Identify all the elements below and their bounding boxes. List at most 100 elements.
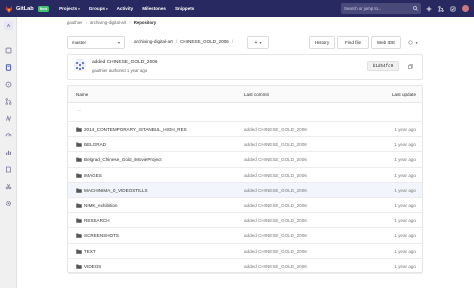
- issues-icon[interactable]: [5, 75, 12, 88]
- folder-icon: [76, 173, 82, 178]
- merge-request-icon[interactable]: [438, 5, 444, 12]
- add-file-dropdown[interactable]: + ▾: [247, 36, 269, 49]
- search-placeholder: Search or jump to...: [344, 6, 382, 11]
- plus-icon: +: [254, 39, 258, 46]
- row-commit-link[interactable]: added CHINESE_GOLD_2006: [244, 157, 307, 162]
- row-date: 1 year ago: [394, 157, 416, 163]
- table-row[interactable]: NIMK_exhibition added CHINESE_GOLD_2006 1 …: [68, 198, 422, 214]
- folder-icon: [76, 233, 82, 239]
- row-commit-link[interactable]: added CHINESE_GOLD_2006: [244, 173, 307, 178]
- table-row[interactable]: TEXT added CHINESE_GOLD_2006 1 year ago: [68, 244, 422, 259]
- file-name-link[interactable]: RESEARCH: [84, 218, 110, 223]
- table-row[interactable]: 2014_CONTEMPORARY_ISTANBUL_HIGH_RES added…: [68, 122, 422, 138]
- breadcrumb-project[interactable]: archiving-digital-art: [90, 20, 126, 25]
- wiki-icon[interactable]: [5, 160, 12, 173]
- table-row[interactable]: SCREENSHOTS added CHINESE_GOLD_2006 1 year…: [68, 228, 422, 244]
- row-date: 1 year ago: [394, 172, 416, 178]
- nav-snippets[interactable]: Snippets: [175, 6, 194, 11]
- table-row[interactable]: VIDEOS added CHINESE_GOLD_2006 1 year ago: [68, 259, 422, 274]
- snippets-icon[interactable]: [5, 177, 12, 190]
- plus-icon[interactable]: [426, 6, 432, 12]
- project-avatar[interactable]: A: [4, 21, 13, 30]
- file-name-link[interactable]: MACHINIMA_0_VIDEOSTILLS: [84, 188, 148, 193]
- nav-milestones[interactable]: Milestones: [142, 6, 166, 11]
- row-commit-link[interactable]: added CHINESE_GOLD_2006: [244, 233, 307, 238]
- settings-icon[interactable]: [5, 194, 12, 207]
- breadcrumb-separator-icon: ›: [85, 19, 87, 25]
- row-commit-link[interactable]: added CHINESE_GOLD_2006: [244, 218, 307, 223]
- breadcrumb-namespace[interactable]: gauthier: [67, 20, 83, 25]
- commit-sha[interactable]: b1d54fc0: [367, 61, 399, 71]
- row-date: 1 year ago: [394, 248, 416, 254]
- parent-dir-row[interactable]: ..: [68, 103, 422, 122]
- path-separator: /: [175, 39, 178, 44]
- web-ide-button[interactable]: Web IDE: [371, 36, 401, 49]
- table-header: Name Last commit Last update: [68, 86, 422, 103]
- commit-meta: gauthier authored 1 year ago: [92, 68, 148, 73]
- breadcrumb-separator-icon: ›: [129, 19, 131, 25]
- nav-links: Projects ▾ Groups ▾ Activity Milestones Sn…: [59, 6, 194, 11]
- file-name-link[interactable]: BELGRAD: [84, 142, 106, 147]
- operations-icon[interactable]: [5, 126, 12, 137]
- file-name-link[interactable]: Belgrad_Chinese_Gold_iMovieProject: [84, 157, 162, 162]
- row-date: 1 year ago: [394, 263, 416, 269]
- folder-icon: [76, 249, 82, 254]
- nav-groups[interactable]: Groups ▾: [89, 6, 108, 11]
- branch-name: master: [72, 40, 87, 45]
- gitlab-logo[interactable]: GitLab: [5, 5, 34, 13]
- history-button[interactable]: History: [309, 36, 335, 49]
- search-input[interactable]: Search or jump to...: [341, 3, 421, 14]
- repository-icon[interactable]: [5, 58, 12, 71]
- folder-icon: [76, 188, 82, 193]
- path-root-link[interactable]: archiving-digital-art: [134, 39, 173, 44]
- chevron-down-icon: ▾: [415, 40, 418, 45]
- file-name-link[interactable]: TEXT: [84, 249, 96, 254]
- folder-icon: [76, 264, 82, 269]
- table-row[interactable]: RESEARCH added CHINESE_GOLD_2006 1 year ag…: [68, 213, 422, 229]
- row-commit-link[interactable]: added CHINESE_GOLD_2006: [244, 142, 307, 147]
- table-row[interactable]: BELGRAD added CHINESE_GOLD_2006 1 year ago: [68, 137, 422, 153]
- file-name-link[interactable]: SCREENSHOTS: [84, 233, 119, 238]
- table-row[interactable]: MACHINIMA_0_VIDEOSTILLS added CHINESE_GOL…: [68, 182, 422, 198]
- path-dir-link[interactable]: CHINESE_GOLD_2006: [180, 39, 229, 44]
- copy-sha-button[interactable]: [405, 61, 415, 71]
- row-commit-link[interactable]: added CHINESE_GOLD_2006: [244, 127, 307, 132]
- branch-select[interactable]: master ▾: [67, 36, 125, 49]
- tanuki-icon: [5, 5, 13, 13]
- project-overview-icon[interactable]: [5, 41, 12, 54]
- parent-dir-link[interactable]: ..: [78, 107, 81, 113]
- clone-dropdown[interactable]: ▾: [403, 36, 423, 49]
- file-name-link[interactable]: NIMK_exhibition: [84, 203, 117, 208]
- row-commit-link[interactable]: added CHINESE_GOLD_2006: [244, 188, 307, 193]
- commit-title[interactable]: added CHINESE_GOLD_2006: [92, 60, 158, 65]
- file-name-link[interactable]: VIDEOS: [84, 264, 101, 269]
- row-date: 1 year ago: [394, 187, 416, 193]
- merge-requests-icon[interactable]: [5, 92, 12, 105]
- search-icon: [413, 6, 418, 11]
- row-commit-link[interactable]: added CHINESE_GOLD_2006: [244, 264, 307, 269]
- table-row[interactable]: IMAGES added CHINESE_GOLD_2006 1 year ago: [68, 168, 422, 183]
- file-name-link[interactable]: 2014_CONTEMPORARY_ISTANBUL_HIGH_RES: [84, 127, 187, 132]
- next-badge[interactable]: Next: [37, 5, 50, 12]
- left-sidebar: A: [0, 17, 17, 288]
- nav-projects[interactable]: Projects ▾: [59, 6, 80, 11]
- row-commit-link[interactable]: added CHINESE_GOLD_2006: [244, 249, 307, 254]
- todo-icon[interactable]: [450, 6, 456, 12]
- find-file-button[interactable]: Find file: [337, 36, 369, 49]
- breadcrumb-page[interactable]: Repository: [134, 20, 156, 25]
- path-breadcrumb: archiving-digital-art / CHINESE_GOLD_200…: [134, 39, 233, 44]
- folder-icon: [76, 127, 82, 132]
- user-avatar[interactable]: [462, 5, 469, 12]
- download-icon: [408, 40, 413, 45]
- analytics-icon[interactable]: [5, 143, 12, 155]
- ci-cd-icon[interactable]: [5, 109, 12, 122]
- file-name-link[interactable]: IMAGES: [84, 173, 102, 178]
- nav-activity[interactable]: Activity: [117, 6, 134, 11]
- folder-icon: [76, 203, 82, 208]
- table-row[interactable]: Belgrad_Chinese_Gold_iMovieProject added …: [68, 152, 422, 168]
- row-commit-link[interactable]: added CHINESE_GOLD_2006: [244, 203, 307, 208]
- identicon-icon: [74, 60, 86, 71]
- folder-icon: [76, 157, 82, 163]
- author-avatar[interactable]: [74, 59, 86, 71]
- row-date: 1 year ago: [394, 218, 416, 224]
